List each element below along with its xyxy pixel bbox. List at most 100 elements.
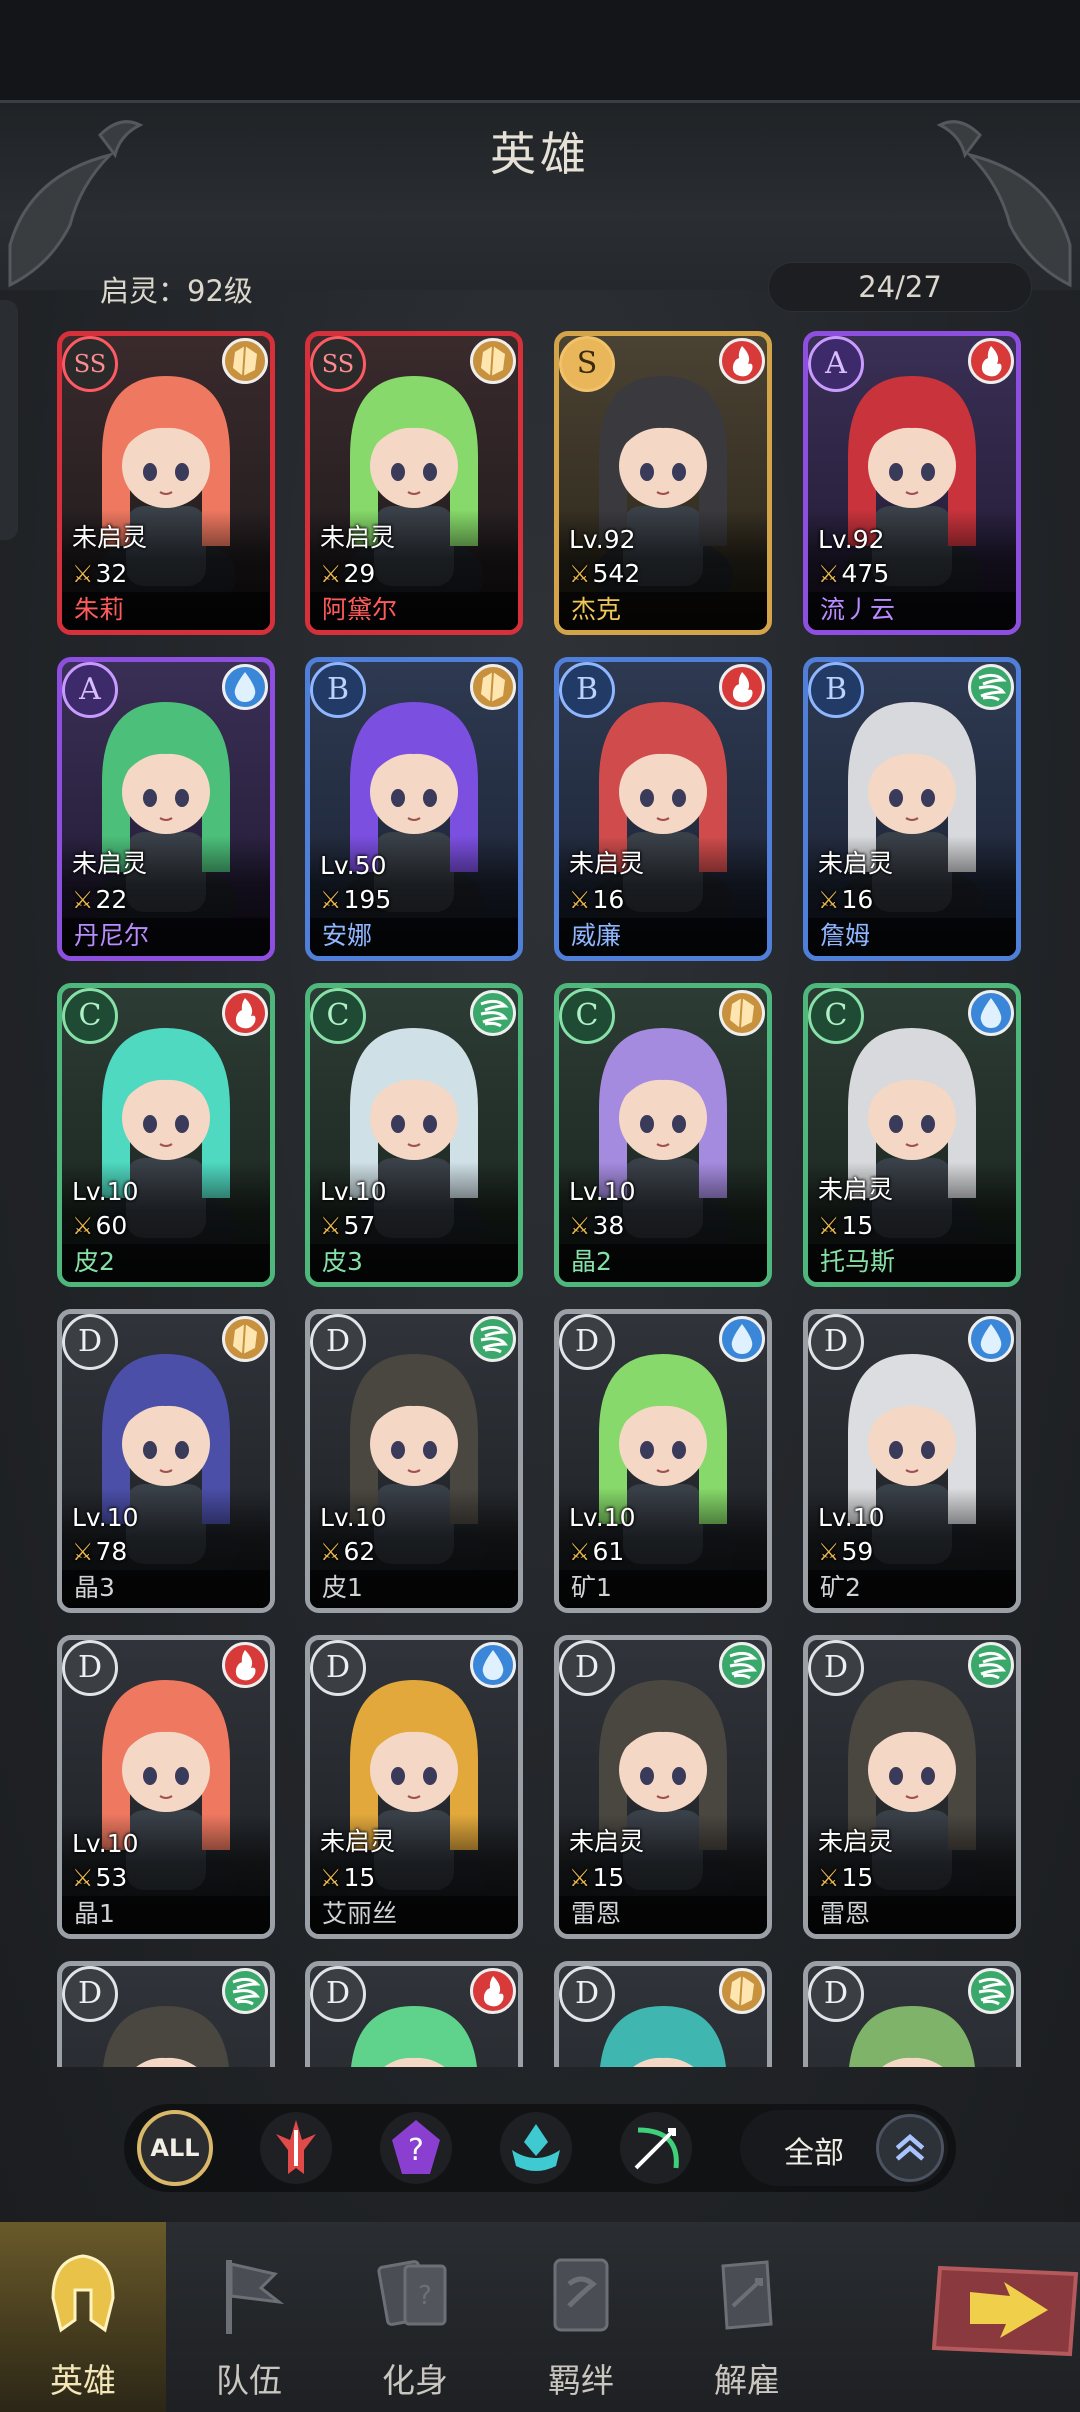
- mage-class-icon[interactable]: ?: [378, 2110, 454, 2186]
- hero-power: ⚔ 15: [818, 1211, 873, 1240]
- nav-tab-team[interactable]: 队伍: [166, 2222, 332, 2412]
- hero-name: 安娜: [322, 921, 373, 950]
- hero-name: 朱莉: [74, 595, 125, 624]
- fire-element-icon: [719, 338, 765, 384]
- ranger-class-icon[interactable]: [618, 2110, 694, 2186]
- hero-power-value: 15: [841, 1863, 874, 1892]
- rank-badge: D: [808, 1314, 864, 1370]
- sword-icon: ⚔: [72, 1211, 94, 1240]
- hero-name: 詹姆: [820, 921, 871, 950]
- rank-badge: D: [310, 1640, 366, 1696]
- next-arrow-button[interactable]: [930, 2262, 1080, 2358]
- sword-icon: ⚔: [72, 1537, 94, 1566]
- hero-level: 未启灵: [72, 523, 148, 552]
- hero-card[interactable]: C 未启灵 ⚔ 15 托马斯: [803, 983, 1021, 1287]
- hero-card[interactable]: D: [305, 1961, 523, 2067]
- rank-badge: C: [310, 988, 366, 1044]
- hero-card[interactable]: B Lv.50 ⚔ 195 安娜: [305, 657, 523, 961]
- rank-badge: SS: [62, 336, 118, 392]
- hero-level: 未启灵: [569, 1827, 645, 1856]
- hero-level: Lv.10: [72, 1177, 139, 1206]
- hero-count: 24/27: [768, 262, 1032, 312]
- rank-badge: D: [808, 1966, 864, 2022]
- hero-power: ⚔ 53: [72, 1863, 127, 1892]
- hero-card[interactable]: D Lv.10 ⚔ 78 晶3: [57, 1309, 275, 1613]
- nav-tab-dismiss[interactable]: 解雇: [664, 2222, 830, 2412]
- hero-power-value: 542: [592, 559, 641, 588]
- hero-power: ⚔ 16: [569, 885, 624, 914]
- hero-card[interactable]: C Lv.10 ⚔ 60 皮2: [57, 983, 275, 1287]
- rank-badge: A: [62, 662, 118, 718]
- hero-card[interactable]: D Lv.10 ⚔ 53 晶1: [57, 1635, 275, 1939]
- hero-card[interactable]: SS 未启灵 ⚔ 32 朱莉: [57, 331, 275, 635]
- hero-power: ⚔ 475: [818, 559, 889, 588]
- sword-icon: ⚔: [72, 885, 94, 914]
- hero-card[interactable]: D: [554, 1961, 772, 2067]
- hero-card[interactable]: D: [803, 1961, 1021, 2067]
- svg-text:?: ?: [418, 2281, 432, 2311]
- hero-card[interactable]: D Lv.10 ⚔ 62 皮1: [305, 1309, 523, 1613]
- support-class-icon[interactable]: [498, 2110, 574, 2186]
- hero-name: 皮2: [74, 1247, 115, 1276]
- hero-name: 晶3: [74, 1573, 115, 1602]
- rank-badge: C: [62, 988, 118, 1044]
- hero-name: 雷恩: [571, 1899, 622, 1928]
- hero-card[interactable]: SS 未启灵 ⚔ 29 阿黛尔: [305, 331, 523, 635]
- hero-card[interactable]: D 未启灵 ⚔ 15 艾丽丝: [305, 1635, 523, 1939]
- hero-power-value: 195: [343, 885, 392, 914]
- wind-element-icon: [719, 1642, 765, 1688]
- helmet-icon: [51, 2254, 115, 2333]
- hero-power: ⚔ 60: [72, 1211, 127, 1240]
- hero-power: ⚔ 22: [72, 885, 127, 914]
- rank-badge: D: [62, 1640, 118, 1696]
- water-element-icon: [470, 1642, 516, 1688]
- hero-power: ⚔ 29: [320, 559, 375, 588]
- sword-icon: ⚔: [569, 1863, 591, 1892]
- hero-card[interactable]: D 未启灵 ⚔ 15 雷恩: [554, 1635, 772, 1939]
- hero-card[interactable]: B 未启灵 ⚔ 16 詹姆: [803, 657, 1021, 961]
- nav-tab-bonds[interactable]: 羁绊: [498, 2222, 664, 2412]
- hero-power-value: 16: [592, 885, 625, 914]
- hero-power-value: 15: [592, 1863, 625, 1892]
- sword-icon: ⚔: [818, 1863, 840, 1892]
- hero-card[interactable]: C Lv.10 ⚔ 57 皮3: [305, 983, 523, 1287]
- hero-name: 丹尼尔: [74, 921, 150, 950]
- hero-card[interactable]: B 未启灵 ⚔ 16 威廉: [554, 657, 772, 961]
- svg-text:?: ?: [408, 2133, 424, 2168]
- filter-all-button[interactable]: ALL: [137, 2110, 213, 2186]
- rank-badge: C: [808, 988, 864, 1044]
- nav-tab-avatar[interactable]: ? 化身: [332, 2222, 498, 2412]
- fire-element-icon: [470, 1968, 516, 2014]
- hero-power-value: 78: [95, 1537, 128, 1566]
- warrior-class-icon[interactable]: [258, 2110, 334, 2186]
- hero-level: 未启灵: [72, 849, 148, 878]
- hero-card[interactable]: S Lv.92 ⚔ 542 杰克: [554, 331, 772, 635]
- rank-badge: B: [808, 662, 864, 718]
- nav-label: 英雄: [50, 2361, 116, 2400]
- hero-name: 矿2: [820, 1573, 861, 1602]
- fire-element-icon: [222, 1642, 268, 1688]
- hero-level: Lv.92: [569, 525, 636, 554]
- nav-tab-heroes[interactable]: 英雄: [0, 2222, 166, 2412]
- earth-element-icon: [470, 664, 516, 710]
- hero-card[interactable]: D: [57, 1961, 275, 2067]
- hero-power: ⚔ 61: [569, 1537, 624, 1566]
- nav-label: 解雇: [714, 2361, 780, 2400]
- hero-card[interactable]: D Lv.10 ⚔ 61 矿1: [554, 1309, 772, 1613]
- hero-card[interactable]: D Lv.10 ⚔ 59 矿2: [803, 1309, 1021, 1613]
- hero-level: Lv.10: [818, 1503, 885, 1532]
- wind-element-icon: [222, 1968, 268, 2014]
- hero-power-value: 15: [343, 1863, 376, 1892]
- chevron-up-icon[interactable]: [876, 2114, 944, 2182]
- earth-element-icon: [222, 338, 268, 384]
- sword-icon: ⚔: [320, 885, 342, 914]
- hero-power: ⚔ 32: [72, 559, 127, 588]
- rank-badge: B: [559, 662, 615, 718]
- hero-name: 晶1: [74, 1899, 115, 1928]
- hero-card[interactable]: D 未启灵 ⚔ 15 雷恩: [803, 1635, 1021, 1939]
- hero-name: 皮3: [322, 1247, 363, 1276]
- hero-card[interactable]: C Lv.10 ⚔ 38 晶2: [554, 983, 772, 1287]
- hero-card[interactable]: A Lv.92 ⚔ 475 流丿云: [803, 331, 1021, 635]
- hero-card[interactable]: A 未启灵 ⚔ 22 丹尼尔: [57, 657, 275, 961]
- hero-power: ⚔ 15: [818, 1863, 873, 1892]
